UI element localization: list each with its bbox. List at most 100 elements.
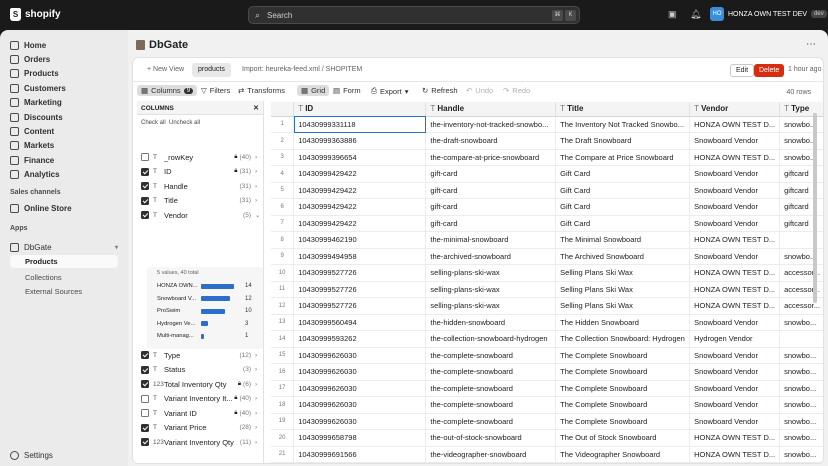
- store-menu[interactable]: HO HONZA OWN TEST DEV dev: [710, 7, 827, 21]
- table-cell[interactable]: Selling Plans Ski Wax: [555, 297, 691, 315]
- table-cell[interactable]: the-minimal-snowboard: [425, 231, 557, 249]
- column-checkbox[interactable]: [141, 153, 149, 161]
- table-cell[interactable]: Selling Plans Ski Wax: [555, 281, 691, 298]
- table-cell[interactable]: Snowboard Vendor: [689, 413, 781, 430]
- table-cell[interactable]: Snowboard Vendor: [689, 396, 781, 414]
- table-cell[interactable]: 10430999429422: [293, 165, 427, 183]
- column-checkbox[interactable]: [141, 394, 149, 403]
- table-cell[interactable]: 10430999429422: [293, 198, 427, 216]
- table-cell[interactable]: 10430999527726: [293, 297, 427, 315]
- data-grid[interactable]: T ID T Handle T Title T Vendor T Type 1 10430…: [271, 102, 823, 463]
- vendor-value-row[interactable]: HONZA OWN... 14: [157, 281, 261, 291]
- table-cell[interactable]: giftcard: [779, 182, 823, 199]
- table-row[interactable]: 7 10430999429422 gift-card Gift Card Snowboa…: [271, 215, 823, 232]
- chevron-right-icon[interactable]: ›: [255, 168, 260, 175]
- column-row[interactable]: T Variant Price (28) ›: [141, 422, 260, 434]
- table-cell[interactable]: [779, 231, 823, 249]
- table-cell[interactable]: the-complete-snowboard: [425, 413, 557, 430]
- column-checkbox[interactable]: [141, 167, 149, 176]
- table-cell[interactable]: 10430999527726: [293, 264, 427, 282]
- shopify-logo[interactable]: S shopify: [10, 8, 61, 21]
- column-header[interactable]: T Handle: [425, 102, 557, 117]
- chevron-right-icon[interactable]: ›: [255, 352, 260, 359]
- table-cell[interactable]: snowbo...: [779, 149, 823, 166]
- vendor-value-row[interactable]: Snowboard V... 12: [157, 294, 261, 304]
- sidebar-item-content[interactable]: Content: [10, 124, 54, 138]
- edit-button[interactable]: Edit: [730, 64, 755, 77]
- table-cell[interactable]: gift-card: [425, 198, 557, 216]
- table-cell[interactable]: The Out of Stock Snowboard: [555, 429, 691, 447]
- column-header[interactable]: T Vendor: [689, 102, 781, 117]
- chevron-right-icon[interactable]: ›: [255, 410, 260, 417]
- vendor-value-row[interactable]: Hydrogen Ve... 3: [157, 319, 261, 329]
- chevron-right-icon[interactable]: ›: [255, 183, 260, 190]
- table-row[interactable]: 3 10430999396654 the-compare-at-price-snow…: [271, 149, 823, 166]
- table-row[interactable]: 6 10430999429422 gift-card Gift Card Snowboa…: [271, 198, 823, 216]
- table-cell[interactable]: snowbo...: [779, 446, 823, 463]
- table-row[interactable]: 2 10430999363886 the-draft-snowboard The Dr…: [271, 132, 823, 150]
- column-row[interactable]: T _rowKey 🔒︎ (40) ›: [141, 151, 260, 163]
- table-cell[interactable]: The Complete Snowboard: [555, 396, 691, 414]
- table-cell[interactable]: Snowboard Vendor: [689, 248, 781, 265]
- table-cell[interactable]: gift-card: [425, 215, 557, 232]
- bell-icon[interactable]: 🔔︎: [690, 9, 701, 20]
- table-cell[interactable]: accessor...: [779, 264, 823, 282]
- table-cell[interactable]: selling-plans-ski-wax: [425, 264, 557, 282]
- table-cell[interactable]: the-complete-snowboard: [425, 396, 557, 414]
- table-cell[interactable]: HONZA OWN TEST D...: [689, 429, 781, 447]
- column-checkbox[interactable]: [141, 182, 149, 190]
- table-cell[interactable]: The Complete Snowboard: [555, 413, 691, 430]
- table-row[interactable]: 16 10430999626030 the-complete-snowboard Th…: [271, 363, 823, 381]
- sidebar-item-marketing[interactable]: Marketing: [10, 95, 62, 109]
- table-cell[interactable]: giftcard: [779, 165, 823, 183]
- sidebar-item-home[interactable]: Home: [10, 38, 46, 52]
- table-cell[interactable]: Snowboard Vendor: [689, 182, 781, 199]
- table-cell[interactable]: the-compare-at-price-snowboard: [425, 149, 557, 166]
- table-row[interactable]: 14 10430999593262 the-collection-snowboard…: [271, 330, 823, 348]
- terminal-icon[interactable]: ▣: [668, 9, 677, 20]
- table-cell[interactable]: the-complete-snowboard: [425, 347, 557, 364]
- sidebar-item-customers[interactable]: Customers: [10, 81, 66, 95]
- table-cell[interactable]: 10430999593262: [293, 330, 427, 348]
- transforms-button[interactable]: ⇄ Transforms: [238, 86, 285, 95]
- table-cell[interactable]: Gift Card: [555, 165, 691, 183]
- table-cell[interactable]: accessor...: [779, 281, 823, 298]
- chevron-down-icon[interactable]: ⌄: [255, 211, 260, 219]
- table-cell[interactable]: 10430999429422: [293, 215, 427, 232]
- refresh-button[interactable]: ↻ Refresh: [422, 86, 458, 95]
- table-cell[interactable]: 10430999429422: [293, 182, 427, 199]
- column-row[interactable]: T Variant Inventory It... 🔒︎ (40) ›: [141, 393, 260, 405]
- column-checkbox[interactable]: [141, 365, 149, 374]
- column-checkbox[interactable]: [141, 211, 149, 219]
- redo-button[interactable]: ↷ Redo: [503, 86, 530, 95]
- tab-import[interactable]: Import: heureka-feed.xml / SHOPITEM: [236, 63, 368, 77]
- table-cell[interactable]: giftcard: [779, 215, 823, 232]
- table-cell[interactable]: snowbo...: [779, 429, 823, 447]
- table-cell[interactable]: the-archived-snowboard: [425, 248, 557, 265]
- table-row[interactable]: 21 10430999691566 the-videographer-snowboa…: [271, 446, 823, 463]
- table-cell[interactable]: snowbo...: [779, 396, 823, 414]
- table-cell[interactable]: HONZA OWN TEST D...: [689, 149, 781, 166]
- table-cell[interactable]: snowbo...: [779, 380, 823, 397]
- chevron-right-icon[interactable]: ›: [255, 154, 260, 161]
- table-cell[interactable]: selling-plans-ski-wax: [425, 281, 557, 298]
- table-cell[interactable]: gift-card: [425, 182, 557, 199]
- table-cell[interactable]: 10430999462190: [293, 231, 427, 249]
- table-cell[interactable]: snowbo...: [779, 132, 823, 150]
- vendor-value-row[interactable]: Multi-manag... 1: [157, 331, 261, 341]
- column-checkbox[interactable]: [141, 380, 149, 388]
- table-cell[interactable]: Hydrogen Vendor: [689, 330, 781, 348]
- table-cell[interactable]: HONZA OWN TEST D...: [689, 446, 781, 463]
- table-cell[interactable]: [779, 330, 823, 348]
- table-cell[interactable]: Snowboard Vendor: [689, 363, 781, 381]
- column-checkbox[interactable]: [141, 351, 149, 359]
- table-cell[interactable]: 10430999331118: [293, 116, 427, 133]
- table-cell[interactable]: snowbo...: [779, 347, 823, 364]
- table-cell[interactable]: HONZA OWN TEST D...: [689, 231, 781, 249]
- sidebar-item-markets[interactable]: Markets: [10, 138, 54, 152]
- sidebar-sub-products[interactable]: Products: [10, 255, 118, 268]
- table-cell[interactable]: 10430999626030: [293, 380, 427, 397]
- table-cell[interactable]: 10430999494958: [293, 248, 427, 265]
- grid-view-button[interactable]: ▦ Grid: [297, 85, 330, 96]
- table-cell[interactable]: the-complete-snowboard: [425, 363, 557, 381]
